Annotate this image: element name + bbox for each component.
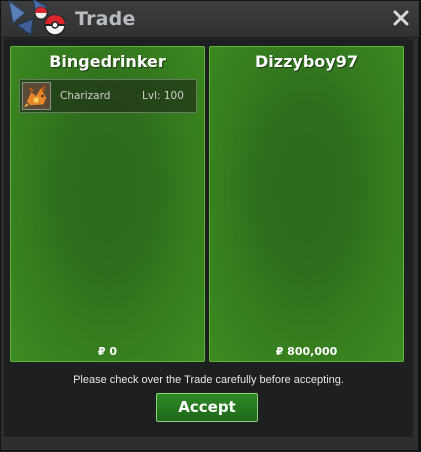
right-trader-money: ₽ 800,000	[275, 345, 338, 358]
accept-button[interactable]: Accept	[156, 393, 258, 422]
left-trader-name: Bingedrinker	[49, 52, 166, 71]
item-name: Charizard	[60, 90, 111, 102]
close-icon[interactable]	[393, 10, 409, 26]
trade-window: Trade Bingedrinker Charizard Lvl: 100 ₽ …	[0, 0, 420, 451]
left-trader-money: ₽ 0	[97, 345, 118, 358]
trade-content: Bingedrinker Charizard Lvl: 100 ₽ 0 Dizz…	[4, 39, 413, 437]
item-level: Lvl: 100	[142, 90, 184, 102]
left-trader-panel: Bingedrinker Charizard Lvl: 100 ₽ 0	[10, 46, 205, 362]
right-trader-name: Dizzyboy97	[255, 52, 358, 71]
title-bar[interactable]: Trade	[1, 0, 420, 38]
pokeball-logo-icon	[8, 0, 65, 36]
window-title: Trade	[75, 8, 136, 30]
right-trader-panel: Dizzyboy97 ₽ 800,000	[209, 46, 404, 362]
charizard-icon	[22, 82, 51, 110]
trade-notice: Please check over the Trade carefully be…	[73, 374, 344, 386]
trade-item-slot[interactable]: Charizard Lvl: 100	[19, 79, 197, 113]
